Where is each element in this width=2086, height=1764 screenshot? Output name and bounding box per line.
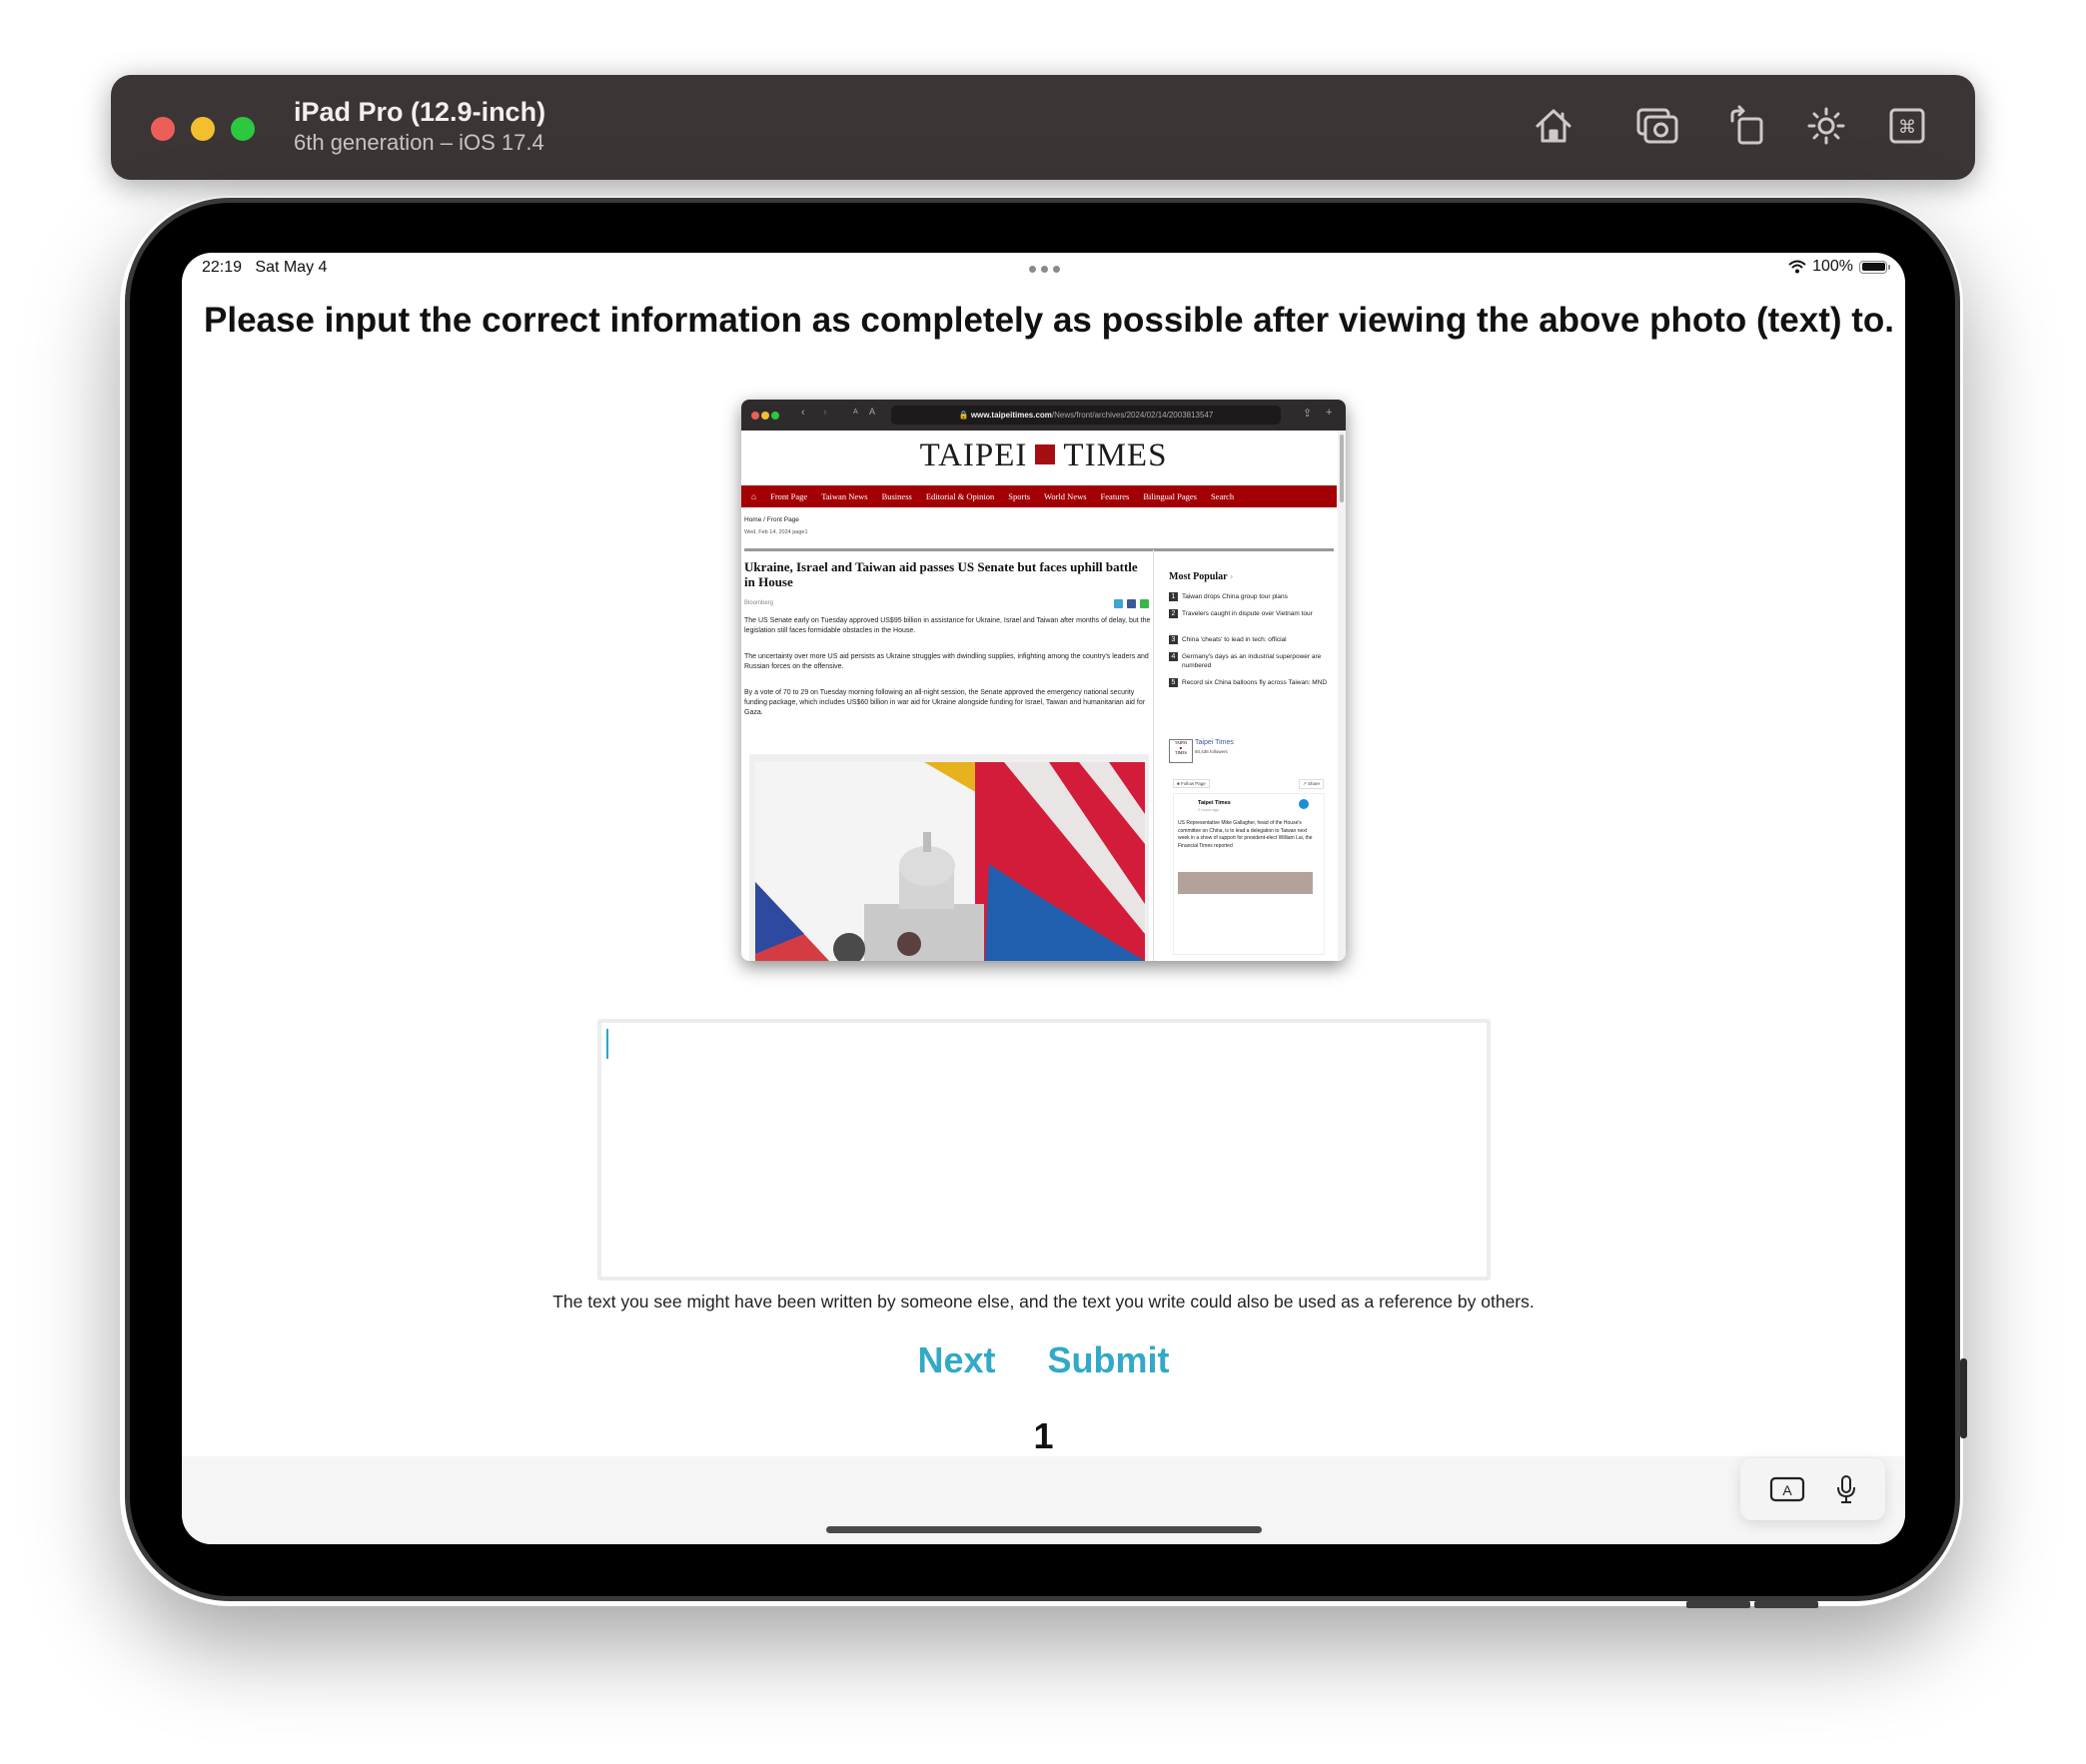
page-scroll-thumb xyxy=(1340,435,1344,502)
page-number: 1 xyxy=(1033,1415,1054,1456)
multitasking-dots[interactable] xyxy=(1029,266,1060,273)
device-name: iPad Pro (12.9-inch) xyxy=(294,97,546,127)
side-button xyxy=(1960,1358,1967,1438)
breadcrumb: Home / Front Page xyxy=(744,516,799,523)
status-time: 22:19 Sat May 4 xyxy=(202,259,327,277)
article-paragraph: The uncertainty over more US aid persist… xyxy=(744,653,1149,670)
ipad-screen: 22:19 Sat May 4 100% Please input the co… xyxy=(182,253,1905,1544)
facebook-icon xyxy=(1299,799,1309,809)
screenshot-button[interactable] xyxy=(1632,101,1682,151)
microphone-icon xyxy=(1836,1475,1855,1503)
volume-button xyxy=(1686,1601,1750,1608)
svg-text:A: A xyxy=(1782,1482,1792,1498)
wifi-icon xyxy=(1788,260,1806,274)
byline: Bloomberg xyxy=(744,600,774,606)
svg-text:⌘: ⌘ xyxy=(1898,117,1916,137)
twitter-icon xyxy=(1114,599,1123,608)
home-icon: ⌂ xyxy=(751,491,757,501)
most-popular-title: Most Popular › xyxy=(1169,571,1234,582)
reference-photo: ‹ › A A 🔒 www.taipeitimes.com/News/front… xyxy=(741,400,1346,961)
article-paragraph: The US Senate early on Tuesday approved … xyxy=(744,617,1151,634)
appearance-icon xyxy=(1807,107,1845,145)
appearance-button[interactable] xyxy=(1801,101,1851,151)
home-icon xyxy=(1536,109,1571,143)
back-icon: ‹ xyxy=(801,407,805,419)
command-icon: ⌘ xyxy=(1889,108,1925,144)
dateline: Wed, Feb 14, 2024 page1 xyxy=(744,529,808,535)
dictation-button[interactable] xyxy=(1835,1474,1857,1504)
new-tab-icon: + xyxy=(1326,407,1333,419)
url-bar: 🔒 www.taipeitimes.com/News/front/archive… xyxy=(891,406,1281,425)
post-photo xyxy=(1178,872,1313,894)
taipei-times-logo: TAIPEI TIMES xyxy=(919,438,1168,473)
text-larger-icon: A xyxy=(869,407,876,417)
facebook-icon xyxy=(1127,599,1136,608)
followers-count: 60,436 followers xyxy=(1195,749,1228,754)
date: Sat May 4 xyxy=(255,259,328,276)
facebook-post: Taipei Times 2 hours ago US Representati… xyxy=(1173,793,1325,955)
rotate-icon xyxy=(1730,105,1763,145)
forward-icon: › xyxy=(823,407,827,419)
battery-icon xyxy=(1859,260,1890,274)
screenshot-icon xyxy=(1636,108,1678,144)
facebook-widget: TAIPEI ■ TIMES Taipei Times 60,436 followe… xyxy=(1169,739,1334,961)
page-name: Taipei Times xyxy=(1195,739,1234,746)
popular-item: 1 Taiwan drops China group tour plans xyxy=(1169,592,1334,601)
clock: 22:19 xyxy=(202,259,243,276)
article-paragraph: By a vote of 70 to 29 on Tuesday morning… xyxy=(744,689,1146,716)
popular-item: 5 Record six China balloons fly across Ta… xyxy=(1169,678,1334,687)
disclaimer-text: The text you see might have been written… xyxy=(552,1292,1535,1312)
line-icon xyxy=(1140,599,1149,608)
minimize-window-button[interactable] xyxy=(191,117,215,141)
battery-percent: 100% xyxy=(1812,258,1853,275)
answer-textarea-frame xyxy=(597,1019,1491,1281)
device-os: 6th generation – iOS 17.4 xyxy=(294,130,544,155)
question-title: Please input the correct information as … xyxy=(204,301,1892,340)
sidebar-divider xyxy=(1153,549,1154,961)
share-button: ↗ Share xyxy=(1299,779,1325,789)
home-button[interactable] xyxy=(1529,101,1578,151)
social-share-icons xyxy=(1114,599,1149,608)
next-button[interactable]: Next xyxy=(917,1339,995,1381)
keyboard-shortcut-button[interactable]: ⌘ xyxy=(1882,101,1932,151)
popular-item: 2 Travelers caught in dispute over Vietna… xyxy=(1169,609,1334,618)
article-photo xyxy=(749,754,1149,961)
share-icon: ⇪ xyxy=(1303,408,1313,420)
page-avatar: TAIPEI ■ TIMES xyxy=(1169,739,1193,763)
article-headline: Ukraine, Israel and Taiwan aid passes US… xyxy=(744,559,1138,589)
follow-page-button: ■ Follow Page xyxy=(1173,779,1210,788)
browser-toolbar: ‹ › A A 🔒 www.taipeitimes.com/News/front… xyxy=(741,400,1346,431)
input-assistant: A xyxy=(1740,1458,1885,1520)
popular-item: 3 China 'cheats' to lead in tech: officia… xyxy=(1169,635,1334,644)
text-cursor xyxy=(606,1029,608,1059)
rotate-button[interactable] xyxy=(1721,101,1771,151)
site-nav: ⌂ Front Page Taiwan News Business Editor… xyxy=(741,485,1337,507)
close-window-button[interactable] xyxy=(151,117,175,141)
home-indicator[interactable] xyxy=(826,1526,1262,1533)
action-buttons: Next Submit xyxy=(182,1339,1905,1381)
zoom-window-button[interactable] xyxy=(231,117,255,141)
answer-textarea[interactable] xyxy=(601,1023,1487,1277)
divider xyxy=(744,548,1334,551)
simulator-toolbar: iPad Pro (12.9-inch) 6th generation – iO… xyxy=(111,75,1975,180)
submit-button[interactable]: Submit xyxy=(1048,1339,1170,1381)
page-scrollbar xyxy=(1338,431,1346,961)
scribble-button[interactable]: A xyxy=(1769,1476,1805,1502)
popular-item: 4 Germany's days as an industrial superpo… xyxy=(1169,652,1334,670)
text-smaller-icon: A xyxy=(853,409,858,416)
status-indicators: 100% xyxy=(1788,258,1890,276)
volume-button xyxy=(1754,1601,1818,1608)
handwriting-icon: A xyxy=(1769,1476,1804,1502)
